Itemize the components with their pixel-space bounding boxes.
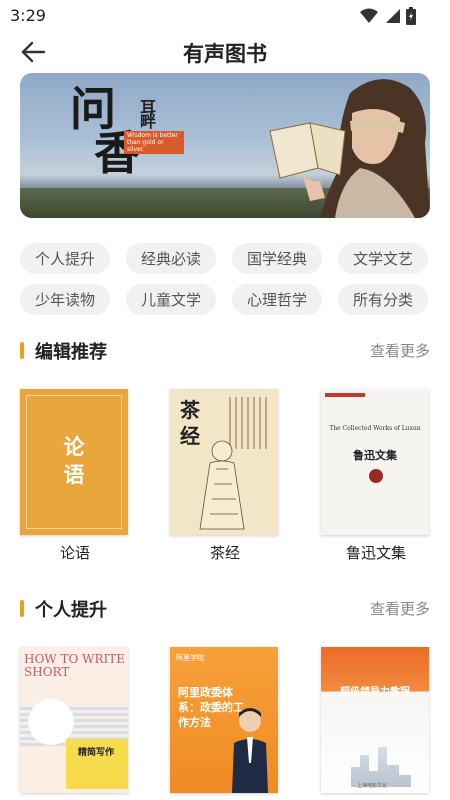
tag-item[interactable]: 经典必读 bbox=[126, 243, 216, 274]
section-accent-bar bbox=[20, 342, 24, 359]
cover-text: 论 语 bbox=[63, 435, 85, 487]
banner-reader-illustration bbox=[269, 79, 430, 218]
cover-chinese-title: 精简写作 bbox=[78, 748, 115, 758]
section-title: 个人提升 bbox=[35, 600, 107, 621]
view-more-link[interactable]: 查看更多 bbox=[370, 598, 430, 619]
section-accent-bar bbox=[20, 600, 24, 617]
cover-chinese-title: 鲁迅文集 bbox=[353, 449, 397, 462]
status-time: 3:29 bbox=[10, 6, 46, 25]
view-more-link[interactable]: 查看更多 bbox=[370, 340, 430, 361]
banner-title-line1: 问 bbox=[70, 82, 116, 136]
category-tags: 个人提升 经典必读 国学经典 文学文艺 少年读物 儿童文学 心理哲学 所有分类 bbox=[20, 243, 430, 315]
banner-caption: Wisdom is better than gold or silver. bbox=[124, 131, 184, 154]
cover-logo: 阿里学院 bbox=[176, 654, 204, 662]
book-title: 茶经 bbox=[209, 544, 240, 562]
cover-publisher-mark bbox=[325, 393, 365, 397]
banner-side-text: 耳畔 bbox=[140, 98, 157, 131]
book-cover: HOW TO WRITE SHORT 精简写作 bbox=[20, 647, 128, 793]
book-card[interactable]: 茶 经 茶经 bbox=[170, 389, 280, 563]
cover-publisher: 上海电影文化 bbox=[357, 783, 388, 789]
tag-item[interactable]: 儿童文学 bbox=[126, 284, 216, 315]
book-cover: The Collected Works of Luxun 鲁迅文集 bbox=[321, 389, 429, 535]
status-icons bbox=[360, 7, 416, 25]
app-header: 有声图书 bbox=[0, 32, 450, 72]
section-header-editor-picks: 编辑推荐 查看更多 bbox=[20, 338, 430, 363]
book-cover: 超级领导力教程 上海电影文化 bbox=[321, 647, 429, 793]
book-title: 论语 bbox=[59, 544, 90, 562]
speaker-portrait bbox=[232, 708, 268, 793]
book-title: 鲁迅文集 bbox=[345, 544, 406, 562]
wifi-icon bbox=[360, 8, 378, 23]
cover-skyline bbox=[351, 747, 411, 787]
signal-icon bbox=[386, 9, 400, 23]
book-card[interactable]: 论 语 论语 bbox=[20, 389, 130, 563]
tag-item[interactable]: 少年读物 bbox=[20, 284, 110, 315]
tag-item[interactable]: 国学经典 bbox=[232, 243, 322, 274]
status-bar: 3:29 bbox=[0, 0, 450, 32]
page-title: 有声图书 bbox=[183, 42, 267, 66]
book-cover: 阿里学院 阿里政委体系：政委的工作方法 bbox=[170, 647, 278, 793]
cover-english-title: The Collected Works of Luxun bbox=[329, 425, 421, 432]
book-card[interactable]: 阿里学院 阿里政委体系：政委的工作方法 bbox=[170, 647, 280, 793]
tag-item[interactable]: 所有分类 bbox=[338, 284, 428, 315]
book-card[interactable]: HOW TO WRITE SHORT 精简写作 bbox=[20, 647, 130, 793]
tag-item[interactable]: 心理哲学 bbox=[232, 284, 322, 315]
book-cover: 茶 经 bbox=[170, 389, 278, 535]
tag-item[interactable]: 个人提升 bbox=[20, 243, 110, 274]
cover-english-title: HOW TO WRITE SHORT bbox=[24, 652, 125, 679]
book-card[interactable]: 超级领导力教程 上海电影文化 bbox=[321, 647, 431, 793]
sage-illustration bbox=[199, 397, 267, 530]
cover-title: 超级领导力教程 bbox=[340, 687, 410, 698]
book-card[interactable]: The Collected Works of Luxun 鲁迅文集 鲁迅文集 bbox=[321, 389, 431, 563]
book-cover: 论 语 bbox=[20, 389, 128, 535]
tag-item[interactable]: 文学文艺 bbox=[338, 243, 428, 274]
battery-icon bbox=[406, 7, 416, 25]
section-title: 编辑推荐 bbox=[35, 342, 107, 363]
cover-seal bbox=[369, 469, 383, 483]
section-header-self-improvement: 个人提升 查看更多 bbox=[20, 596, 430, 621]
promo-banner[interactable]: 问 香 耳畔 Wisdom is better than gold or sil… bbox=[20, 73, 430, 218]
